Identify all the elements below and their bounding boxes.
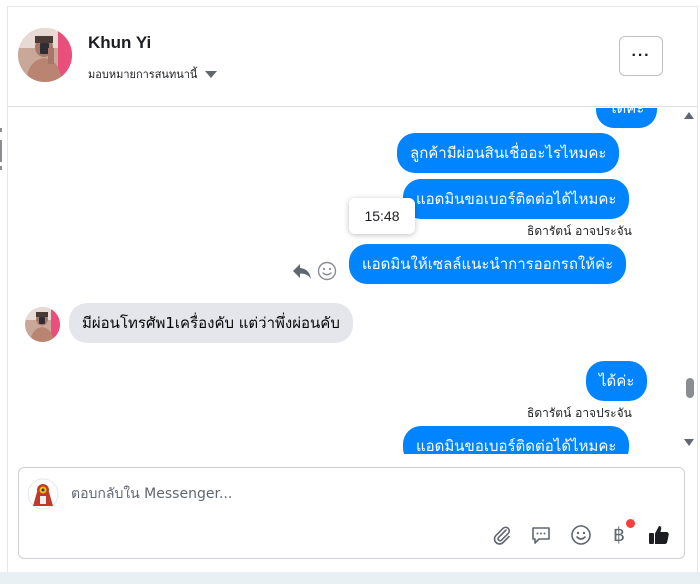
message-composer: ฿ [18, 467, 685, 559]
page-background-strip [0, 572, 700, 584]
timestamp-tooltip: 15:48 [349, 198, 415, 234]
contact-name[interactable]: Khun Yi [88, 33, 151, 53]
contact-avatar-small [25, 307, 60, 342]
scroll-up-arrow-icon[interactable] [684, 112, 694, 119]
baht-symbol: ฿ [612, 524, 626, 546]
scroll-down-arrow-icon[interactable] [684, 439, 694, 446]
scrollbar-thumb[interactable] [686, 378, 694, 398]
edge-marker [0, 140, 2, 162]
more-options-button[interactable]: ··· [619, 36, 663, 76]
message-bubble-outgoing[interactable]: แอดมินให้เซลล์แนะนำการออกรถให้ค่ะ [349, 244, 627, 284]
edge-marker [0, 166, 2, 170]
message-thread[interactable]: ได้ค่ะ ลูกค้ามีผ่อนสินเชื่ออะไรไหมคะ แอด… [8, 108, 684, 454]
message-bubble-outgoing[interactable]: ได้ค่ะ [596, 108, 658, 128]
assign-conversation-dropdown[interactable]: มอบหมายการสนทนานี้ [88, 65, 218, 83]
page-avatar [27, 478, 59, 510]
message-bubble-incoming[interactable]: มีผ่อนโทรศัพ1เครื่องคับ แต่ว่าพึ่งผ่อนคั… [69, 303, 353, 343]
reply-input[interactable] [71, 480, 491, 508]
notification-dot [626, 519, 635, 528]
conversation-header: Khun Yi มอบหมายการสนทนานี้ ··· [8, 7, 697, 107]
message-bubble-outgoing[interactable]: ได้ค่ะ [586, 361, 648, 401]
assign-label: มอบหมายการสนทนานี้ [88, 68, 198, 81]
panel-border-right [697, 6, 698, 572]
sender-label: ธิดารัตน์ อาจประจัน [527, 224, 632, 238]
message-bubble-outgoing[interactable]: แอดมินขอเบอร์ติดต่อได้ไหมคะ [403, 179, 630, 219]
message-bubble-outgoing[interactable]: แอดมินขอเบอร์ติดต่อได้ไหมคะ [403, 426, 630, 454]
thumbs-up-icon[interactable] [646, 522, 672, 548]
smile-icon[interactable] [317, 261, 337, 281]
chat-bubble-icon[interactable] [528, 522, 554, 548]
message-bubble-outgoing[interactable]: ลูกค้ามีผ่อนสินเชื่ออะไรไหมคะ [397, 133, 620, 173]
contact-avatar[interactable] [18, 28, 72, 82]
edge-marker [0, 128, 2, 132]
messenger-panel: Khun Yi มอบหมายการสนทนานี้ ··· ได้ค่ะ ลู… [0, 0, 700, 584]
emoji-icon[interactable] [568, 522, 594, 548]
reply-icon[interactable] [291, 260, 313, 282]
sender-label: ธิดารัตน์ อาจประจัน [527, 406, 632, 420]
paperclip-icon[interactable] [489, 522, 515, 548]
caret-down-icon [205, 70, 218, 78]
